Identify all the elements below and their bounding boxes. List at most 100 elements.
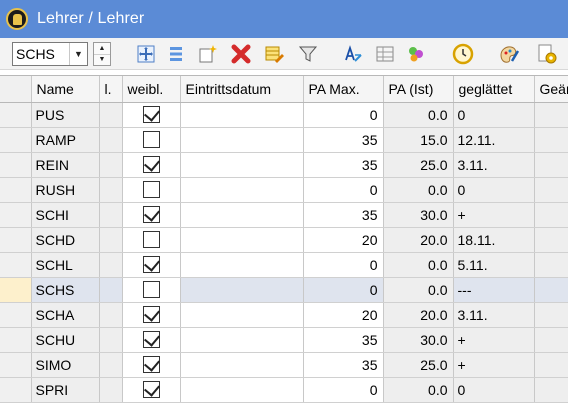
cell-eintrittsdatum[interactable] xyxy=(180,152,304,178)
row-indicator[interactable] xyxy=(0,277,32,303)
new-record-icon[interactable] xyxy=(196,43,220,65)
cell-l[interactable] xyxy=(99,227,123,253)
cell-l[interactable] xyxy=(99,152,123,178)
row-indicator[interactable] xyxy=(0,302,32,328)
document-settings-icon[interactable] xyxy=(535,43,559,65)
cell-weibl[interactable] xyxy=(122,152,181,178)
cell-weibl[interactable] xyxy=(122,177,181,203)
cell-pa-max[interactable]: 20 xyxy=(303,227,384,253)
cell-pa-max[interactable]: 35 xyxy=(303,202,384,228)
cell-name[interactable]: PUS xyxy=(31,102,100,128)
cell-weibl[interactable] xyxy=(122,102,181,128)
cell-name[interactable]: SCHU xyxy=(31,327,100,353)
table-edit-icon[interactable] xyxy=(262,43,286,65)
weibl-checkbox[interactable] xyxy=(142,156,160,174)
row-indicator[interactable] xyxy=(0,252,32,278)
cell-eintrittsdatum[interactable] xyxy=(180,352,304,378)
cell-name[interactable]: SCHA xyxy=(31,302,100,328)
row-indicator-header[interactable] xyxy=(0,76,32,103)
cell-eintrittsdatum[interactable] xyxy=(180,227,304,253)
table-row[interactable]: PUS 0 0.0 0 xyxy=(0,102,568,128)
cell-pa-max[interactable]: 35 xyxy=(303,327,384,353)
cell-name[interactable]: SCHI xyxy=(31,202,100,228)
spin-down-icon[interactable]: ▼ xyxy=(94,55,110,66)
row-indicator[interactable] xyxy=(0,102,32,128)
table-row[interactable]: SCHA 20 20.0 3.11. xyxy=(0,302,568,328)
table-row[interactable]: REIN 35 25.0 3.11. xyxy=(0,152,568,178)
cell-name[interactable]: SPRI xyxy=(31,377,100,403)
column-header-pa-ist[interactable]: PA (Ist) xyxy=(383,76,454,103)
cell-weibl[interactable] xyxy=(122,352,181,378)
cell-name[interactable]: SCHS xyxy=(31,277,100,303)
row-indicator[interactable] xyxy=(0,352,32,378)
table-row[interactable]: SCHU 35 30.0 + xyxy=(0,327,568,353)
filter-icon[interactable] xyxy=(296,43,320,65)
clock-icon[interactable] xyxy=(451,43,475,65)
table-row[interactable]: SCHL 0 0.0 5.11. xyxy=(0,252,568,278)
weibl-checkbox[interactable] xyxy=(142,256,160,274)
sort-icon[interactable] xyxy=(341,43,365,65)
teacher-select[interactable]: SCHS ▼ xyxy=(12,42,88,66)
column-header-name[interactable]: Name xyxy=(31,76,100,103)
chevron-down-icon[interactable]: ▼ xyxy=(69,43,87,65)
cell-weibl[interactable] xyxy=(122,277,181,303)
cell-weibl[interactable] xyxy=(122,252,181,278)
row-indicator[interactable] xyxy=(0,127,32,153)
cell-l[interactable] xyxy=(99,102,123,128)
weibl-checkbox[interactable] xyxy=(142,231,160,249)
cell-l[interactable] xyxy=(99,202,123,228)
cell-weibl[interactable] xyxy=(122,327,181,353)
cell-name[interactable]: RUSH xyxy=(31,177,100,203)
cell-eintrittsdatum[interactable] xyxy=(180,127,304,153)
colors-icon[interactable] xyxy=(404,43,428,65)
table-row[interactable]: SIMO 35 25.0 + xyxy=(0,352,568,378)
weibl-checkbox[interactable] xyxy=(142,106,160,124)
column-header-geglaettet[interactable]: geglättet xyxy=(453,76,535,103)
cell-eintrittsdatum[interactable] xyxy=(180,327,304,353)
row-indicator[interactable] xyxy=(0,177,32,203)
cell-l[interactable] xyxy=(99,352,123,378)
cell-pa-max[interactable]: 0 xyxy=(303,177,384,203)
column-header-weibl[interactable]: weibl. xyxy=(122,76,181,103)
tree-view-icon[interactable] xyxy=(134,43,158,65)
column-header-geaendert[interactable]: Geän xyxy=(534,76,568,103)
cell-pa-max[interactable]: 0 xyxy=(303,277,384,303)
cell-l[interactable] xyxy=(99,252,123,278)
cell-eintrittsdatum[interactable] xyxy=(180,377,304,403)
cell-weibl[interactable] xyxy=(122,227,181,253)
cell-pa-max[interactable]: 0 xyxy=(303,377,384,403)
palette-tools-icon[interactable] xyxy=(497,43,521,65)
grid-settings-icon[interactable] xyxy=(373,43,397,65)
cell-weibl[interactable] xyxy=(122,302,181,328)
list-view-icon[interactable] xyxy=(164,43,188,65)
cell-l[interactable] xyxy=(99,127,123,153)
column-header-l[interactable]: l. xyxy=(99,76,123,103)
cell-eintrittsdatum[interactable] xyxy=(180,102,304,128)
weibl-checkbox[interactable] xyxy=(142,131,160,149)
cell-eintrittsdatum[interactable] xyxy=(180,202,304,228)
weibl-checkbox[interactable] xyxy=(142,331,160,349)
weibl-checkbox[interactable] xyxy=(142,381,160,399)
cell-weibl[interactable] xyxy=(122,127,181,153)
cell-eintrittsdatum[interactable] xyxy=(180,177,304,203)
table-row[interactable]: RAMP 35 15.0 12.11. xyxy=(0,127,568,153)
cell-name[interactable]: SCHD xyxy=(31,227,100,253)
cell-l[interactable] xyxy=(99,302,123,328)
cell-eintrittsdatum[interactable] xyxy=(180,302,304,328)
cell-pa-max[interactable]: 35 xyxy=(303,152,384,178)
cell-name[interactable]: RAMP xyxy=(31,127,100,153)
column-header-pa-max[interactable]: PA Max. xyxy=(303,76,384,103)
cell-l[interactable] xyxy=(99,377,123,403)
weibl-checkbox[interactable] xyxy=(142,206,160,224)
table-row[interactable]: SPRI 0 0.0 0 xyxy=(0,377,568,403)
row-indicator[interactable] xyxy=(0,227,32,253)
spin-up-icon[interactable]: ▲ xyxy=(94,43,110,55)
table-row[interactable]: SCHS 0 0.0 --- xyxy=(0,277,568,303)
cell-pa-max[interactable]: 20 xyxy=(303,302,384,328)
cell-l[interactable] xyxy=(99,327,123,353)
cell-eintrittsdatum[interactable] xyxy=(180,252,304,278)
cell-name[interactable]: SCHL xyxy=(31,252,100,278)
row-indicator[interactable] xyxy=(0,377,32,403)
column-header-eintrittsdatum[interactable]: Eintrittsdatum xyxy=(180,76,304,103)
table-row[interactable]: RUSH 0 0.0 0 xyxy=(0,177,568,203)
